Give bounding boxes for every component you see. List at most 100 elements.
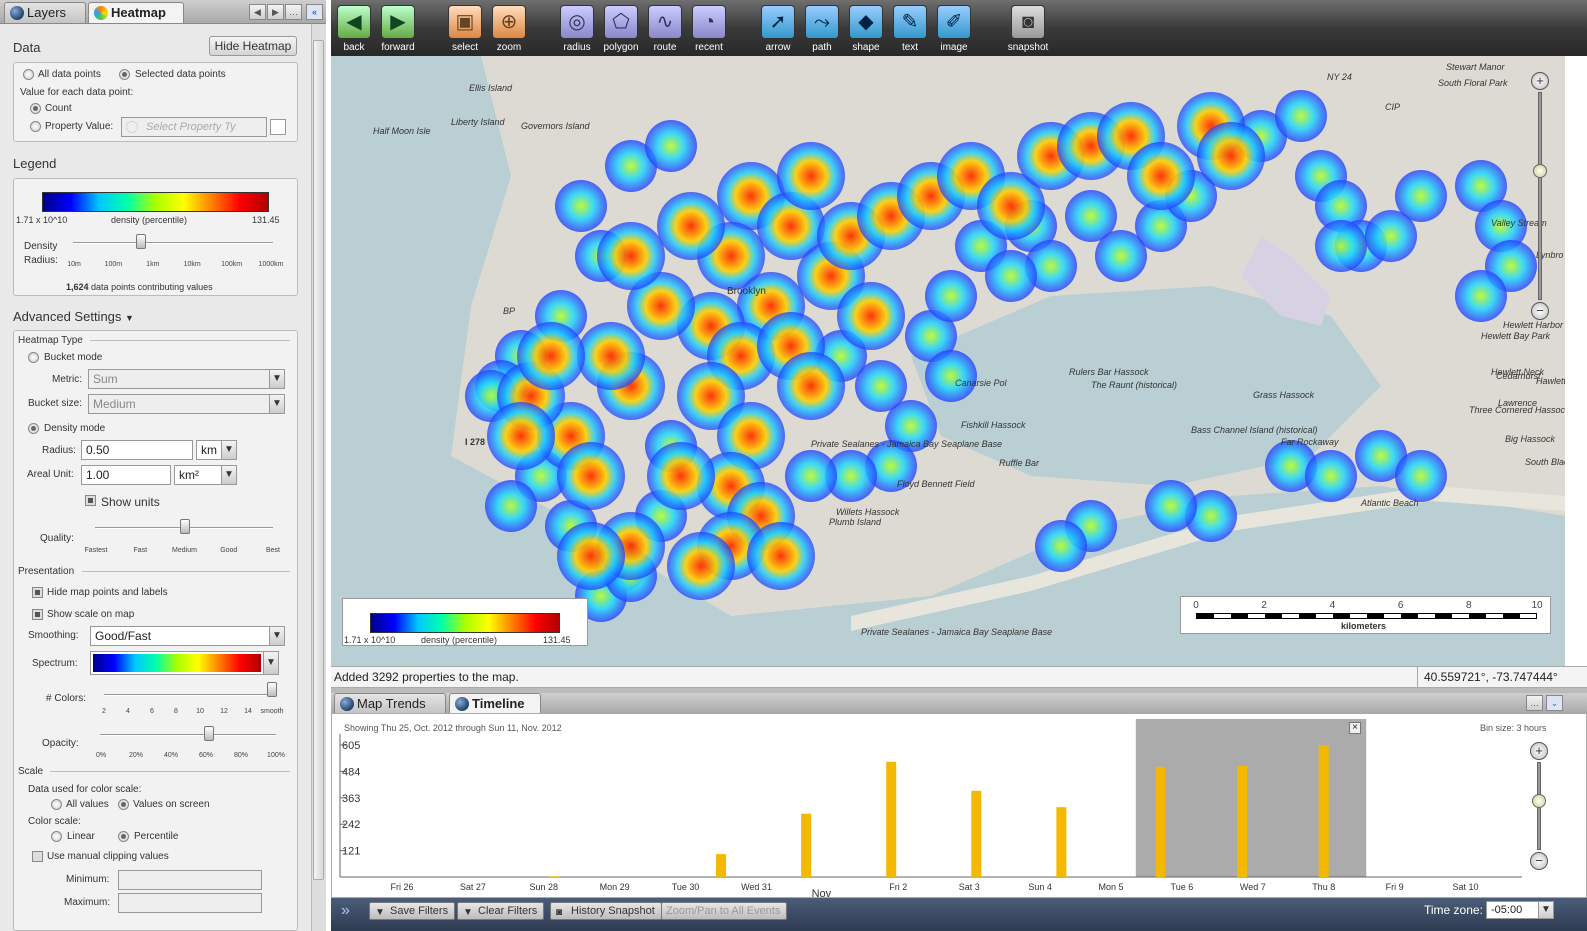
bar [1237,765,1248,877]
heat-blob [1305,450,1357,502]
timezone-dropdown-icon[interactable]: ▼ [1538,901,1554,919]
quality-thumb[interactable] [180,519,190,534]
tab-heatmap[interactable]: Heatmap [88,2,184,23]
hide-points-checkbox[interactable] [32,587,43,598]
arrow-button[interactable]: ➚ arrow [758,5,798,53]
opacity-track[interactable] [100,734,276,736]
bucket-size-select[interactable]: Medium [88,394,270,414]
map-scale-bar: 0 2 4 6 8 10 kilometers [1180,596,1551,634]
values-on-screen-radio[interactable] [118,799,129,810]
metric-select[interactable]: Sum [88,369,270,389]
scale-tick-label: 2 [1261,600,1267,611]
spectrum-select[interactable] [90,651,264,675]
scale-tick-label: 10 [1531,600,1543,611]
text-button[interactable]: ✎ text [890,5,930,53]
timezone-select[interactable]: -05:00 [1486,901,1546,919]
heat-blob [1197,122,1265,190]
show-scale-checkbox[interactable] [32,609,43,620]
density-radius-thumb[interactable] [136,234,146,249]
timeline-zoom-in-icon[interactable]: + [1530,742,1548,760]
zoom-thumb[interactable] [1533,164,1547,178]
density-mode-label: Density mode [44,423,106,434]
timeline-plot[interactable]: 121 242 363 484 605 Fri 26 Sat 27 Sun 28 Mon 29 T… [332,714,1522,899]
shape-button[interactable]: ◆ shape [846,5,886,53]
radius-unit-dropdown-icon[interactable]: ▼ [221,440,237,460]
all-data-points-radio[interactable] [23,69,34,80]
property-select[interactable]: Select Property Ty [121,117,267,137]
smoothing-dropdown-icon[interactable]: ▼ [269,626,285,646]
snapshot-button[interactable]: ◙ snapshot [1004,5,1052,53]
bucket-size-dropdown-icon[interactable]: ▼ [269,394,285,414]
tab-map-trends[interactable]: Map Trends [334,693,446,713]
linear-radio[interactable] [51,831,62,842]
map-view[interactable]: Ellis Island Half Moon Isle Liberty Island… [331,56,1565,666]
show-units-label: Show units [101,495,160,509]
advanced-settings-toggle[interactable]: Advanced Settings ▼ [13,309,134,324]
density-radius-track[interactable] [73,242,273,244]
zoom-button[interactable]: ⊕ zoom [489,5,529,53]
density-mode-radio[interactable] [28,423,39,434]
save-filters-button[interactable]: ▼ Save Filters [369,902,456,920]
areal-unit-input[interactable]: 1.00 [81,465,171,485]
radius-button[interactable]: ◎ radius [557,5,597,53]
minimum-input[interactable] [118,870,262,890]
clear-filters-button[interactable]: ▼ Clear Filters [457,902,545,920]
tab-more-button[interactable]: … [285,4,302,20]
back-button[interactable]: ◀ back [334,5,374,53]
collapse-bottom-icon[interactable]: ⌄ [1546,695,1563,711]
zoom-in-icon[interactable]: + [1531,72,1549,90]
smoothing-select[interactable]: Good/Fast [90,626,270,646]
tab-timeline[interactable]: Timeline [449,693,541,713]
timeline-chart[interactable]: Showing Thu 25, Oct. 2012 through Sun 11… [331,713,1587,899]
bottom-tab-bar: Map Trends Timeline … ⌄ [331,693,1587,713]
areal-unit-dropdown-icon[interactable]: ▼ [221,465,237,485]
timeline-zoom-out-icon[interactable]: − [1530,852,1548,870]
bucket-mode-radio[interactable] [28,352,39,363]
count-radio[interactable] [30,103,41,114]
path-button[interactable]: ⤳ path [802,5,842,53]
expand-icon[interactable]: » [341,902,350,920]
colors-track[interactable] [104,694,274,696]
property-value-radio[interactable] [30,121,41,132]
image-button[interactable]: ✐ image [934,5,974,53]
polygon-button[interactable]: ⬠ polygon [601,5,641,53]
slider-tick-label: 100% [267,752,285,759]
manual-clipping-checkbox[interactable] [32,851,43,862]
zoom-pan-all-events-button[interactable]: Zoom/Pan to All Events [661,902,788,920]
panel-scrollbar-thumb[interactable] [313,40,324,880]
forward-button[interactable]: ▶ forward [378,5,418,53]
selected-data-points-radio[interactable] [119,69,130,80]
map-canvas[interactable]: Ellis Island Half Moon Isle Liberty Island… [331,56,1565,666]
slider-tick-label: 10km [183,261,201,268]
map-label: Governors Island [521,121,591,131]
history-snapshot-button[interactable]: ◙ History Snapshot [550,902,662,920]
hide-heatmap-button[interactable]: Hide Heatmap [209,36,297,56]
colors-thumb[interactable] [267,682,277,697]
maximum-input[interactable] [118,893,262,913]
tab-next-button[interactable]: ▶ [267,4,284,20]
percentile-radio[interactable] [118,831,129,842]
forward-arrow-icon: ▶ [390,11,406,33]
zoom-out-icon[interactable]: − [1531,302,1549,320]
x-tick-label: Sun 28 [530,882,559,892]
radius-unit-select[interactable]: km [196,440,222,460]
radius-input[interactable]: 0.50 [81,440,193,460]
timeline-zoom-thumb[interactable] [1532,794,1546,808]
close-selection-icon[interactable]: × [1349,722,1361,734]
select-button[interactable]: ▣ select [445,5,485,53]
property-picker-icon[interactable] [270,119,286,135]
route-button[interactable]: ∿ route [645,5,685,53]
tab-prev-button[interactable]: ◀ [249,4,266,20]
opacity-thumb[interactable] [204,726,214,741]
spectrum-dropdown-icon[interactable]: ▼ [263,651,279,675]
areal-unit-select[interactable]: km² [174,465,222,485]
zoom-track[interactable] [1538,92,1542,300]
metric-dropdown-icon[interactable]: ▼ [269,369,285,389]
collapse-panel-button[interactable]: « [306,4,323,20]
tab-layers[interactable]: Layers [4,2,86,23]
recent-button[interactable]: ◔ recent [689,5,729,53]
bottom-more-button[interactable]: … [1526,695,1543,711]
show-units-checkbox[interactable] [85,495,96,506]
route-icon: ∿ [656,11,674,33]
all-values-radio[interactable] [51,799,62,810]
